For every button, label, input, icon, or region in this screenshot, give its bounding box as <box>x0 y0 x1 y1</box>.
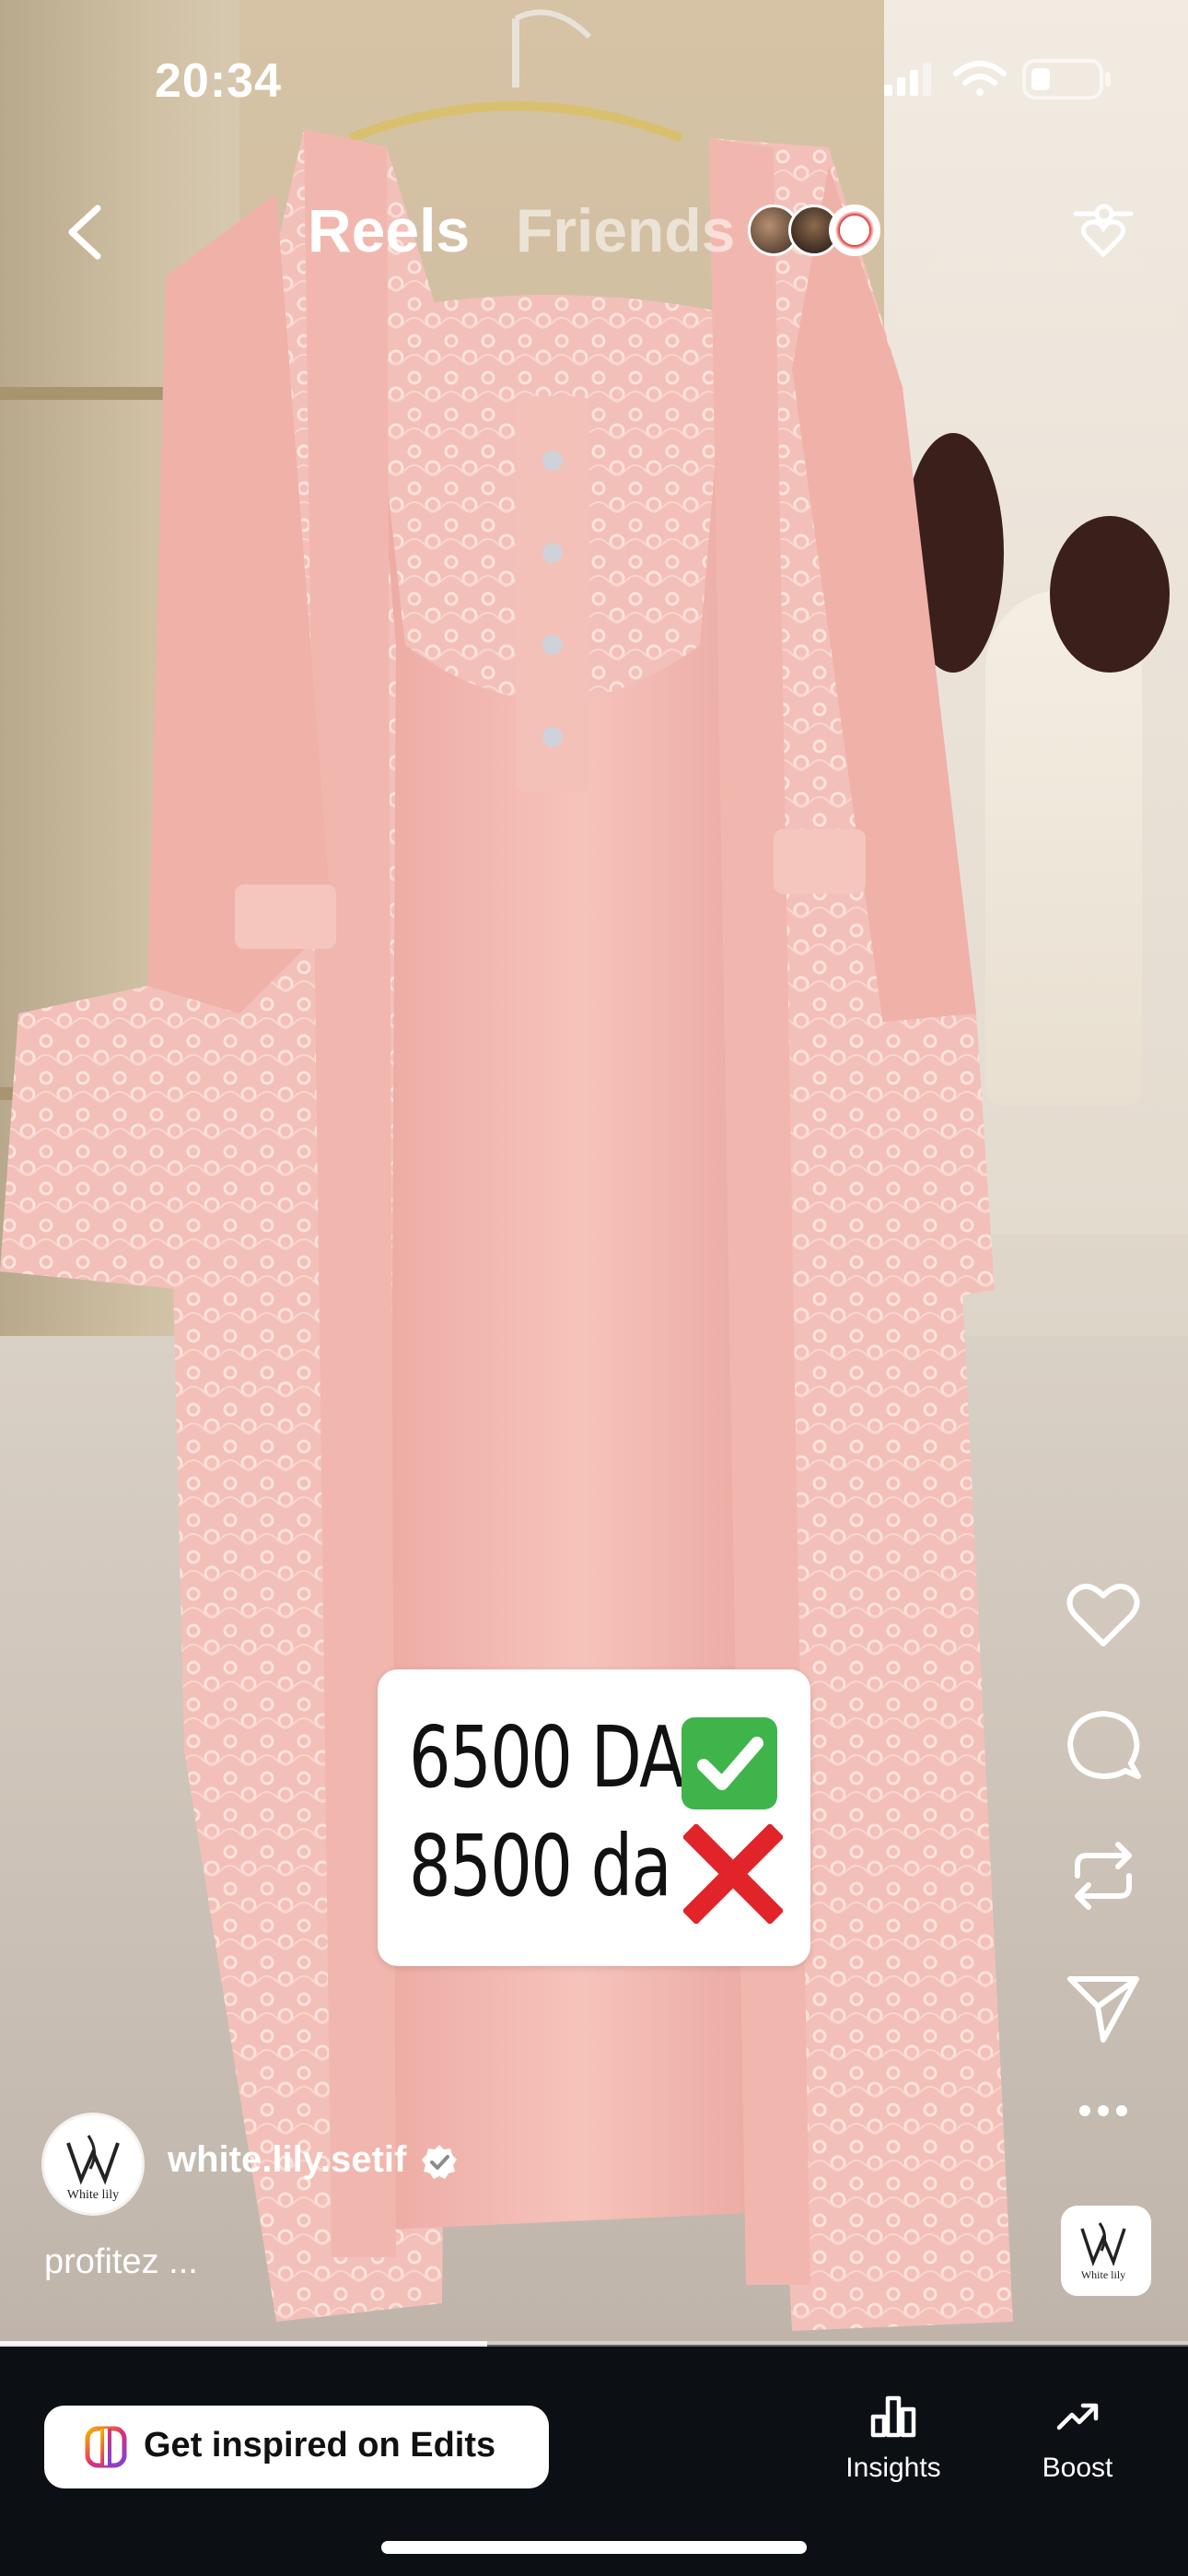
tab-reels[interactable]: Reels <box>308 195 470 265</box>
status-indicators <box>884 59 1111 100</box>
comment-button[interactable] <box>1065 1706 1142 1784</box>
reels-settings-button[interactable] <box>1070 197 1136 263</box>
more-icon <box>1079 2105 1127 2116</box>
price-old: 8500 da <box>409 1817 672 1915</box>
comment-icon <box>1067 1711 1141 1779</box>
heart-icon <box>1066 1584 1140 1646</box>
share-icon <box>1067 1976 1139 2043</box>
author-username[interactable]: white.lily.setif <box>168 2139 406 2181</box>
price-current: 6500 DA <box>409 1708 684 1807</box>
reel-video[interactable] <box>0 0 1188 2345</box>
like-button[interactable] <box>1065 1575 1142 1653</box>
friend-avatar <box>829 205 880 256</box>
audio-thumbnail[interactable]: White lily <box>1061 2206 1151 2296</box>
more-options-button[interactable] <box>1065 2088 1142 2134</box>
insights-label: Insights <box>845 2453 941 2483</box>
audio-thumb-text: White lily <box>1081 2268 1125 2281</box>
insights-icon <box>870 2395 916 2438</box>
checkmark-icon <box>681 1717 777 1809</box>
cellular-signal-icon <box>884 63 931 96</box>
white-lily-logo: White lily <box>66 2135 120 2202</box>
white-lily-logo: White lily <box>1080 2222 1126 2281</box>
filter-settings-icon <box>1073 204 1134 258</box>
get-inspired-on-edits-button[interactable]: Get inspired on Edits <box>44 2406 549 2488</box>
back-button[interactable] <box>61 203 112 262</box>
boost-label: Boost <box>1042 2453 1113 2483</box>
edits-button-label: Get inspired on Edits <box>144 2426 496 2465</box>
repost-icon <box>1075 1842 1132 1910</box>
friends-avatars[interactable] <box>748 205 886 260</box>
author-avatar[interactable]: White lily <box>44 2115 142 2213</box>
avatar-logo-text: White lily <box>67 2188 119 2202</box>
insights-button[interactable]: Insights <box>829 2393 958 2503</box>
home-indicator[interactable] <box>381 2541 807 2554</box>
back-icon <box>68 205 101 260</box>
battery-icon <box>1022 59 1111 100</box>
boost-icon <box>1056 2403 1099 2430</box>
repost-button[interactable] <box>1065 1837 1142 1914</box>
verified-icon <box>420 2143 459 2182</box>
cross-mark-icon <box>681 1822 785 1926</box>
price-sticker: 6500 DA 8500 da <box>378 1669 810 1966</box>
tab-friends[interactable]: Friends <box>516 195 735 265</box>
post-caption[interactable]: profitez ... <box>44 2242 198 2282</box>
share-button[interactable] <box>1065 1968 1142 2045</box>
status-icons <box>884 57 1133 101</box>
dress-image <box>0 9 1013 2331</box>
boost-button[interactable]: Boost <box>1013 2393 1142 2503</box>
reels-screen: 20:34 Reels Friends 6500 DA 8500 da Whit… <box>0 0 1188 2576</box>
status-time: 20:34 <box>155 54 282 108</box>
wifi-icon <box>953 61 1007 96</box>
edits-icon <box>85 2426 127 2468</box>
